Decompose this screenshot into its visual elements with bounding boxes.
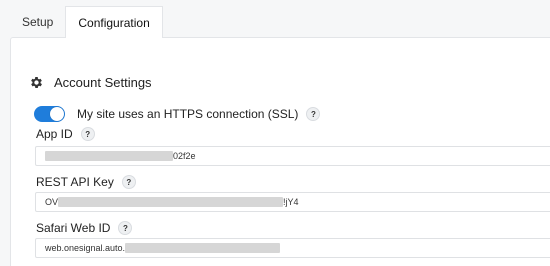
rest-api-key-value-prefix: OV <box>45 197 59 207</box>
rest-api-key-field[interactable]: OV !jY4 <box>35 192 550 212</box>
app-id-field[interactable]: 02f2e <box>35 146 550 166</box>
ssl-help-icon[interactable]: ? <box>306 107 321 121</box>
safari-web-id-label-row: Safari Web ID ? <box>36 221 133 235</box>
active-tab-indicator <box>108 38 121 44</box>
ssl-label: My site uses an HTTPS connection (SSL) <box>77 107 299 121</box>
redacted-block <box>58 197 284 207</box>
rest-api-key-label-row: REST API Key ? <box>36 175 136 189</box>
configuration-panel: Account Settings My site uses an HTTPS c… <box>10 37 550 266</box>
app-id-label: App ID <box>36 127 73 141</box>
app-id-label-row: App ID ? <box>36 127 95 141</box>
safari-web-id-label: Safari Web ID <box>36 221 111 235</box>
ssl-row: My site uses an HTTPS connection (SSL) ? <box>34 106 321 122</box>
redacted-block <box>45 151 173 161</box>
tab-configuration-label: Configuration <box>78 15 150 30</box>
rest-api-key-value-suffix: !jY4 <box>283 197 299 207</box>
safari-web-id-help-icon[interactable]: ? <box>118 221 133 235</box>
redacted-block <box>125 243 281 253</box>
tab-bar: Setup Configuration <box>10 6 163 44</box>
rest-api-key-label: REST API Key <box>36 175 114 189</box>
tab-configuration[interactable]: Configuration <box>65 6 163 44</box>
safari-web-id-field[interactable]: web.onesignal.auto. <box>35 238 550 258</box>
toggle-knob <box>50 107 64 121</box>
account-settings-header: Account Settings <box>29 75 152 90</box>
tab-setup[interactable]: Setup <box>10 6 65 38</box>
rest-api-key-help-icon[interactable]: ? <box>121 175 136 189</box>
gear-icon <box>31 77 42 88</box>
safari-web-id-value-prefix: web.onesignal.auto. <box>45 243 126 253</box>
section-title: Account Settings <box>54 75 152 90</box>
ssl-toggle[interactable] <box>34 106 65 122</box>
app-id-value-suffix: 02f2e <box>173 151 196 161</box>
app-id-help-icon[interactable]: ? <box>80 127 95 141</box>
